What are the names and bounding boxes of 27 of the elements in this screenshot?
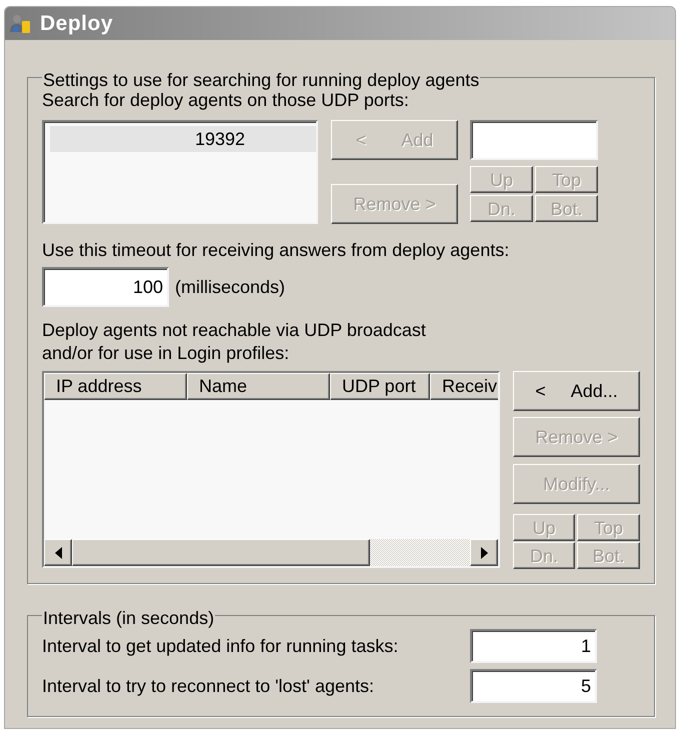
timeout-unit-label: (milliseconds) [175,276,286,298]
port-input-field[interactable] [470,120,598,160]
ports-label: Search for deploy agents on those UDP ports: [42,90,410,111]
scrollbar-thumb[interactable] [72,539,370,566]
interval-field[interactable]: 5 [470,669,597,703]
scroll-left-button[interactable] [44,539,72,566]
interval-label: Interval to try to reconnect to 'lost' agents: [42,675,376,697]
window-title: Deploy [40,10,114,36]
left-arrow-icon [54,546,62,558]
group-title: Settings to use for searching for running deploy agents [42,69,480,89]
interval-label: Interval to get updated info for running tasks: [42,635,400,657]
column-header[interactable]: Receiv [430,373,498,400]
column-header[interactable]: UDP port [330,373,430,400]
agents-table[interactable]: IP address Name UDP port Receiv [42,371,500,568]
column-header[interactable]: Name [187,373,330,400]
agents-label: Deploy agents not reachable via UDP broadcast and/or for use in Login profiles: [42,319,427,365]
scroll-right-button[interactable] [470,539,498,566]
interval-field[interactable]: 1 [470,629,597,663]
add-agent-button[interactable]: < Add... [513,371,640,411]
right-arrow-icon [480,546,488,558]
port-list[interactable]: 19392 [42,120,318,224]
port-list-item[interactable]: 19392 [50,126,316,152]
group-title: Intervals (in seconds) [42,607,216,627]
column-header[interactable]: IP address [44,373,187,400]
timeout-label: Use this timeout for receiving answers from deploy agents: [42,239,510,261]
person-with-package-icon [9,14,31,34]
timeout-field[interactable]: 100 [42,267,169,307]
